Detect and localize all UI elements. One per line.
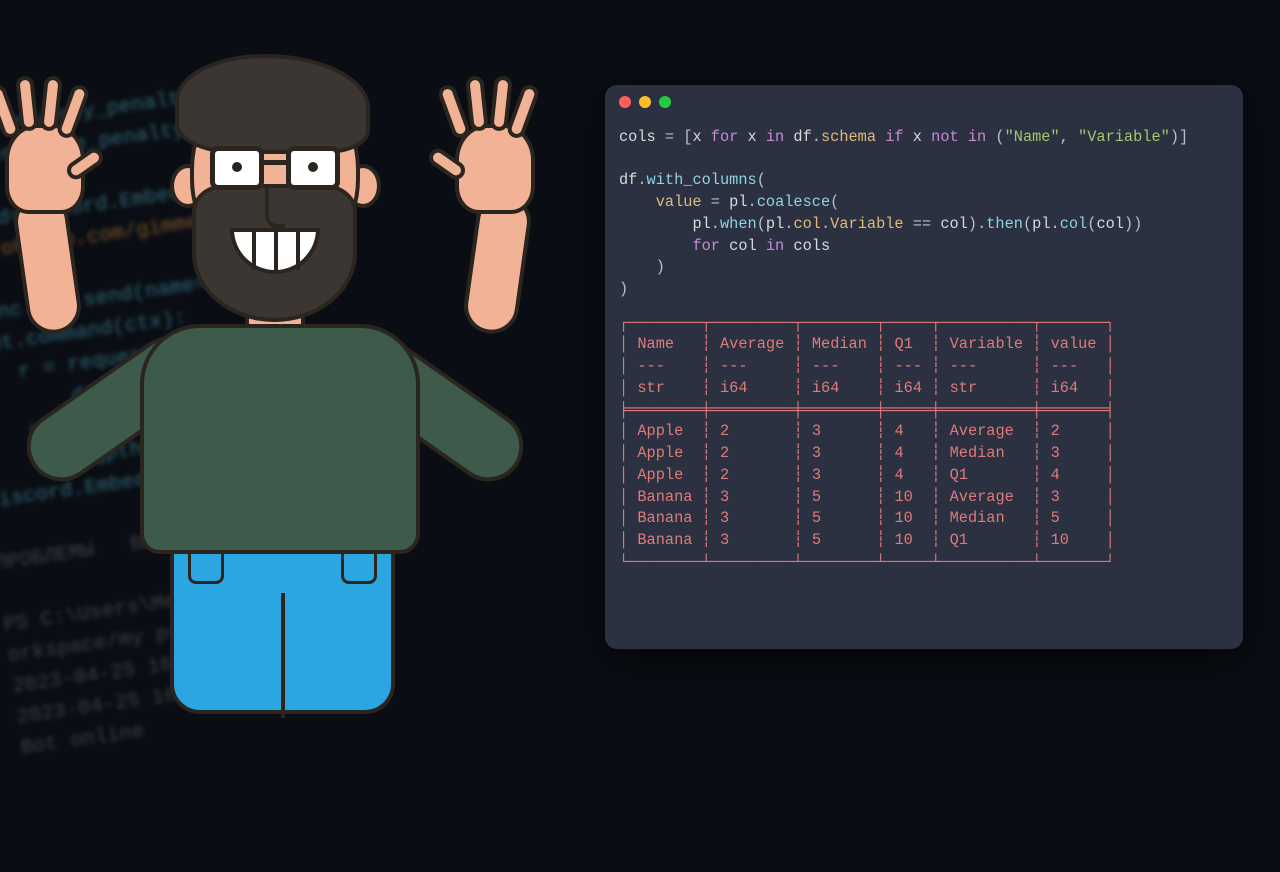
cartoon-character	[0, 64, 600, 704]
hand-left-icon	[0, 84, 100, 214]
code-token: cols	[619, 128, 656, 146]
terminal-window: cols = [x for x in df.schema if x not in…	[605, 85, 1243, 649]
output-table: ┌────────┬─────────┬────────┬─────┬─────…	[605, 305, 1243, 574]
glasses-icon	[210, 146, 340, 190]
window-close-icon[interactable]	[619, 96, 631, 108]
code-block: cols = [x for x in df.schema if x not in…	[605, 119, 1243, 305]
window-maximize-icon[interactable]	[659, 96, 671, 108]
window-minimize-icon[interactable]	[639, 96, 651, 108]
hand-right-icon	[440, 84, 550, 214]
window-titlebar	[605, 85, 1243, 119]
